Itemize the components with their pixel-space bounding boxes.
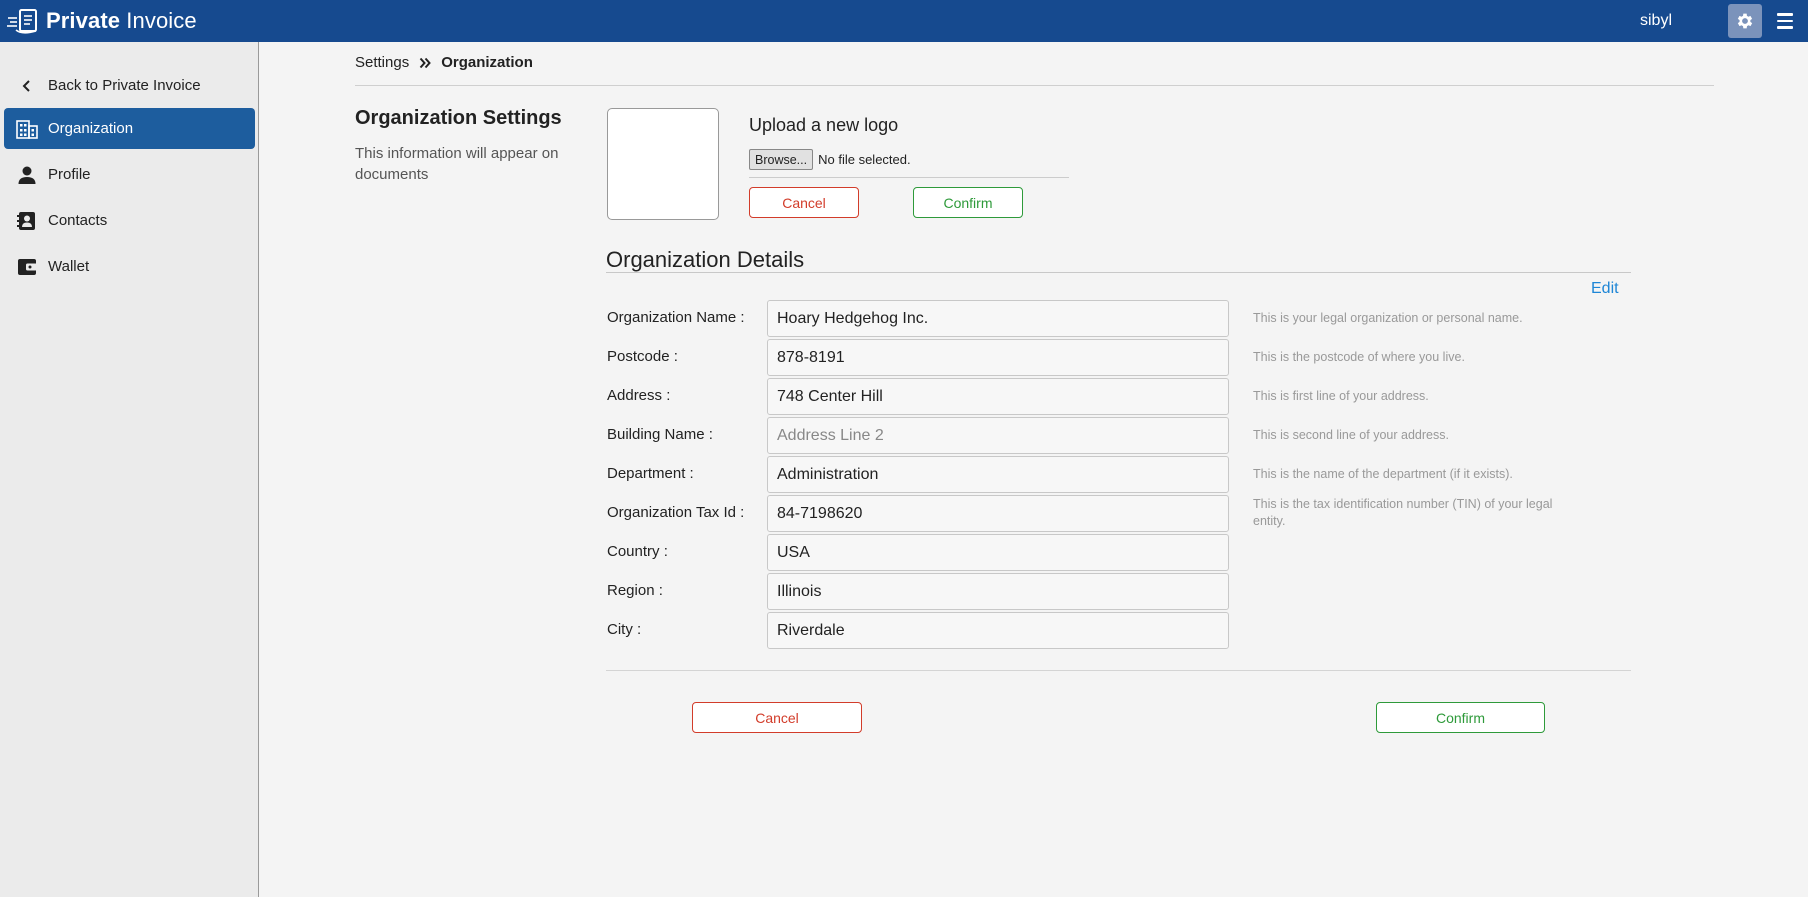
organization-name-input[interactable]: Hoary Hedgehog Inc. — [767, 300, 1229, 337]
chevron-left-icon — [14, 75, 40, 97]
field-help: This is the postcode of where you live. — [1253, 350, 1465, 364]
sidebar-item-wallet[interactable]: Wallet — [4, 246, 255, 287]
field-help: This is second line of your address. — [1253, 428, 1449, 442]
upload-logo-title: Upload a new logo — [749, 115, 899, 135]
field-label-department: Department : — [607, 465, 694, 482]
divider — [606, 670, 1631, 671]
edit-link[interactable]: Edit — [1591, 280, 1619, 298]
field-label-region: Region : — [607, 582, 663, 599]
double-chevron-right-icon — [419, 57, 432, 69]
sidebar-item-label: Organization — [48, 120, 134, 137]
wallet-icon — [14, 256, 40, 278]
page-title: Organization Settings — [355, 107, 562, 129]
sidebar-item-label: Contacts — [48, 212, 108, 229]
city-input[interactable]: Riverdale — [767, 612, 1229, 649]
hamburger-menu-button[interactable] — [1772, 8, 1798, 34]
person-icon — [14, 164, 40, 186]
brand-name-rest: Invoice — [120, 8, 197, 33]
cancel-button[interactable]: Cancel — [692, 702, 862, 733]
field-help: This is the name of the department (if i… — [1253, 467, 1513, 481]
confirm-button[interactable]: Confirm — [1376, 702, 1545, 733]
region-input[interactable]: Illinois — [767, 573, 1229, 610]
details-title: Organization Details — [606, 247, 805, 272]
invoice-logo-icon — [7, 9, 37, 34]
menu-icon-bar — [1777, 13, 1793, 16]
field-label-city: City : — [607, 621, 642, 638]
logo-confirm-button[interactable]: Confirm — [913, 187, 1023, 218]
divider — [355, 85, 1714, 86]
menu-icon-bar — [1777, 19, 1793, 23]
breadcrumb-settings[interactable]: Settings — [355, 54, 409, 71]
country-input[interactable]: USA — [767, 534, 1229, 571]
brand-logo[interactable]: Private Invoice — [6, 6, 197, 36]
breadcrumb: Settings Organization — [355, 54, 533, 71]
tax-id-input[interactable]: 84-7198620 — [767, 495, 1229, 532]
divider — [749, 177, 1069, 178]
contacts-icon — [14, 210, 40, 232]
sidebar-item-label: Wallet — [48, 258, 90, 275]
username[interactable]: sibyl — [1640, 12, 1672, 30]
sidebar-item-label: Back to Private Invoice — [48, 77, 201, 94]
field-label-organization-name: Organization Name : — [607, 309, 745, 326]
field-label-country: Country : — [607, 543, 668, 560]
browse-button[interactable]: Browse... — [749, 149, 814, 170]
field-label-tax-id: Organization Tax Id : — [607, 504, 745, 521]
field-help: This is first line of your address. — [1253, 389, 1429, 403]
brand-name-bold: Private — [46, 8, 121, 33]
page-description: This information will appear on document… — [355, 145, 559, 183]
building-name-input[interactable]: Address Line 2 — [767, 417, 1229, 454]
postcode-input[interactable]: 878-8191 — [767, 339, 1229, 376]
file-input[interactable]: Browse... No file selected. — [749, 149, 911, 170]
building-icon — [14, 118, 40, 140]
sidebar: Back to Private Invoice Organization Pro… — [0, 42, 259, 897]
field-label-building-name: Building Name : — [607, 426, 713, 443]
brand-name: Private Invoice — [46, 8, 197, 34]
divider — [606, 272, 1631, 273]
logo-cancel-button[interactable]: Cancel — [749, 187, 859, 218]
logo-preview — [607, 108, 719, 220]
menu-icon-bar — [1777, 26, 1793, 29]
field-help: This is the tax identification number (T… — [1253, 497, 1553, 528]
sidebar-item-profile[interactable]: Profile — [4, 154, 255, 195]
breadcrumb-current: Organization — [441, 54, 533, 71]
field-label-postcode: Postcode : — [607, 348, 678, 365]
sidebar-item-back[interactable]: Back to Private Invoice — [4, 65, 255, 106]
file-status: No file selected. — [818, 152, 911, 167]
settings-button[interactable] — [1728, 4, 1762, 38]
field-label-address: Address : — [607, 387, 671, 404]
department-input[interactable]: Administration — [767, 456, 1229, 493]
sidebar-item-label: Profile — [48, 166, 91, 183]
field-help: This is your legal organization or perso… — [1253, 311, 1523, 325]
sidebar-item-contacts[interactable]: Contacts — [4, 200, 255, 241]
address-input[interactable]: 748 Center Hill — [767, 378, 1229, 415]
gear-icon — [1737, 13, 1753, 29]
sidebar-item-organization[interactable]: Organization — [4, 108, 255, 149]
top-bar: Private Invoice sibyl — [0, 0, 1808, 42]
